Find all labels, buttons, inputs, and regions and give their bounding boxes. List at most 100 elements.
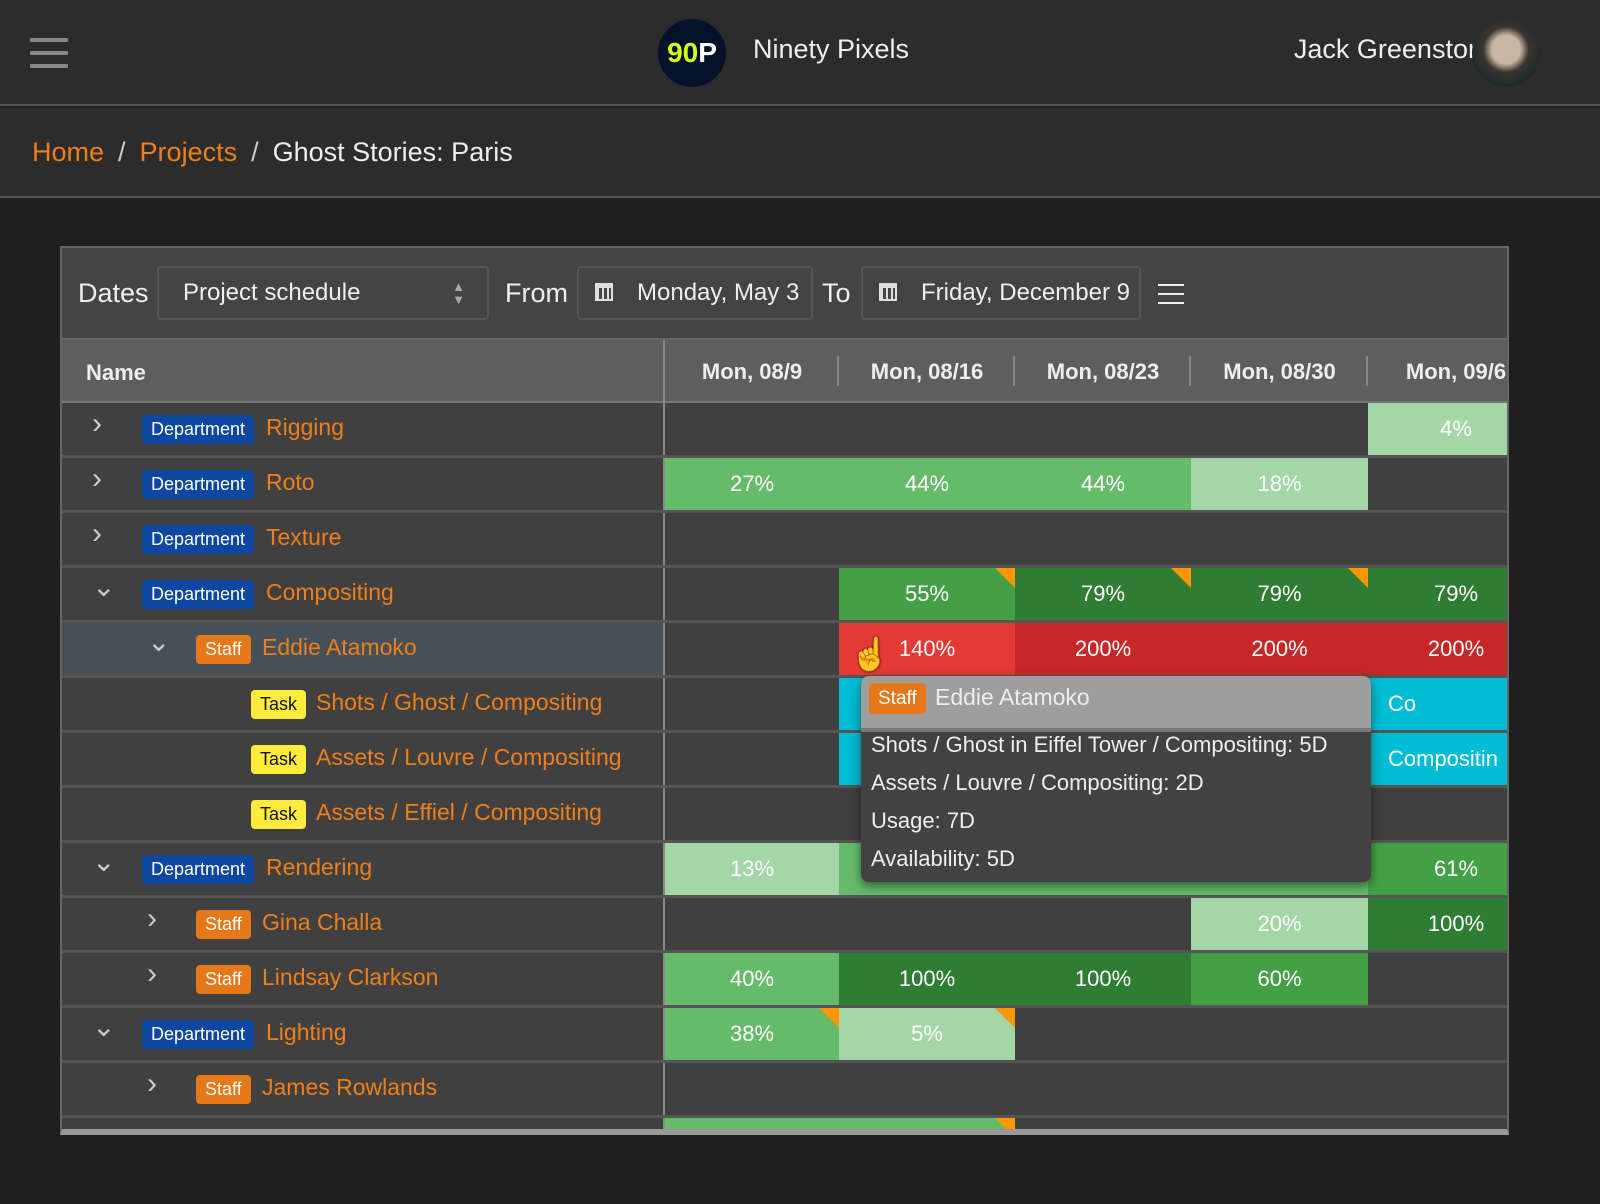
date-column-header[interactable]: Mon, 08/30 [1191,340,1368,403]
chevron-right-icon[interactable]: › [92,407,102,441]
task-badge: Task [251,800,307,829]
chevron-right-icon[interactable]: › [147,902,157,936]
usage-value: 38% [729,1021,775,1046]
usage-cell[interactable]: 18% [1191,458,1368,510]
staff-badge: Staff [869,683,926,714]
row-name-link[interactable]: Assets / Effiel / Compositing [316,799,602,826]
overbooked-flag-icon [995,1118,1015,1129]
usage-cell[interactable]: 27% [665,458,839,510]
hand-cursor-icon: ☝ [850,636,890,672]
tooltip-line: Shots / Ghost in Eiffel Tower / Composit… [871,732,1328,757]
breadcrumb-home[interactable]: Home [32,137,104,167]
date-column-header[interactable]: Mon, 09/6 [1368,340,1507,403]
table-row[interactable]: › Department Rigging 4% [62,403,1507,458]
usage-cell[interactable]: 79% [1191,568,1368,620]
usage-cell[interactable]: 200% [1368,623,1507,675]
brand-logo[interactable]: 90P [658,19,726,87]
chevron-down-icon[interactable]: ⌄ [92,570,115,603]
from-date-field[interactable]: Monday, May 3 [577,266,813,320]
chevron-down-icon[interactable]: ⌄ [92,1010,115,1043]
usage-cell[interactable]: 38% [665,1008,839,1060]
usage-cell[interactable]: 79% [1368,568,1507,620]
table-row[interactable]: › Department Texture [62,513,1507,568]
dates-select[interactable]: Project schedule ▲ ▼ [157,266,489,320]
staff-badge: Staff [196,1075,251,1104]
chevron-right-icon[interactable]: › [147,957,157,991]
row-name-link[interactable]: Texture [266,524,341,551]
usage-cell[interactable]: 100% [839,953,1015,1005]
table-row[interactable]: › Staff Lindsay Clarkson 40% 100% 100% 60% [62,953,1507,1008]
table-row[interactable]: › Department Roto 27% 44% 44% 18% [62,458,1507,513]
row-name-link[interactable]: Assets / Louvre / Compositing [316,744,622,771]
usage-cell[interactable]: 40% [665,953,839,1005]
row-name-link[interactable]: Roto [266,469,315,496]
usage-cell[interactable] [665,1118,1015,1129]
table-row[interactable]: ⌄ Department Compositing 55% 79% 79% 79% [62,568,1507,623]
usage-cell[interactable]: 200% [1015,623,1191,675]
table-row[interactable]: › Staff [62,1118,1507,1129]
usage-value: 100% [1427,911,1485,936]
usage-cell[interactable]: 100% [1015,953,1191,1005]
row-name-link[interactable]: Lighting [266,1019,347,1046]
usage-cell[interactable]: 13% [665,843,839,895]
usage-cell[interactable]: 61% [1368,843,1507,895]
name-cell: › Department Roto [62,458,665,510]
usage-cell[interactable]: 55% [839,568,1015,620]
row-name-link[interactable]: Shots / Ghost / Compositing [316,689,602,716]
chevron-right-icon[interactable]: › [147,1067,157,1101]
tooltip-line: Usage: 7D [871,808,975,833]
name-cell: ⌄ Department Rendering [62,843,665,895]
usage-cell[interactable]: 5% [839,1008,1015,1060]
usage-cell[interactable]: 79% [1015,568,1191,620]
to-date-value: Friday, December 9 [921,279,1130,306]
usage-cell[interactable]: 60% [1191,953,1368,1005]
top-bar: 90P Ninety Pixels Jack Greenstone [0,0,1600,106]
row-name-link[interactable]: Rigging [266,414,344,441]
date-column-header[interactable]: Mon, 08/23 [1015,340,1191,403]
row-name-link[interactable]: James Rowlands [262,1074,437,1101]
row-name-link[interactable]: Compositing [266,579,394,606]
hamburger-menu-icon[interactable] [30,38,68,77]
row-name-link[interactable]: Eddie Atamoko [262,634,417,661]
breadcrumb-separator: / [251,137,259,167]
overbooked-flag-icon [995,568,1015,588]
avatar[interactable] [1472,19,1540,87]
date-column-header[interactable]: Mon, 08/9 [665,340,839,403]
usage-cell[interactable]: 20% [1191,898,1368,950]
usage-cell[interactable]: 44% [839,458,1015,510]
table-row[interactable]: ⌄ Department Lighting 38% 5% [62,1008,1507,1063]
name-cell: › Staff James Rowlands [62,1063,665,1115]
table-row[interactable]: ⌄ Staff Eddie Atamoko 140% 200% 200% 200% [62,623,1507,678]
dates-label: Dates [78,278,149,308]
chevron-down-icon[interactable]: ⌄ [147,625,170,658]
name-cell: Task Assets / Louvre / Compositing [62,733,665,785]
tooltip-line: Availability: 5D [871,846,1015,871]
options-menu-icon[interactable] [1158,284,1184,304]
breadcrumb-current: Ghost Stories: Paris [272,137,513,167]
chevron-right-icon[interactable]: › [92,462,102,496]
row-name-link[interactable]: Rendering [266,854,372,881]
user-name[interactable]: Jack Greenstone [1294,34,1498,65]
table-row[interactable]: › Staff James Rowlands [62,1063,1507,1118]
staff-badge: Staff [196,965,251,994]
breadcrumb-projects[interactable]: Projects [140,137,238,167]
row-name-link[interactable]: Lindsay Clarkson [262,964,438,991]
schedule-toolbar: Dates Project schedule ▲ ▼ From Monday, M… [62,248,1507,340]
usage-cell[interactable]: 4% [1368,403,1507,455]
chevron-down-icon[interactable]: ⌄ [92,845,115,878]
grid-header: Name Mon, 08/9 Mon, 08/16 Mon, 08/23 Mon, 0… [62,340,1507,403]
chevron-right-icon[interactable]: › [92,517,102,551]
to-date-field[interactable]: Friday, December 9 [861,266,1141,320]
row-name-link[interactable]: Gina Challa [262,909,382,936]
from-date-value: Monday, May 3 [637,279,800,306]
table-row[interactable]: › Staff Gina Challa 20% 100% [62,898,1507,953]
usage-cell[interactable]: 100% [1368,898,1507,950]
usage-value: 40% [729,966,775,991]
name-column-header[interactable]: Name [86,360,146,386]
breadcrumb: Home / Projects / Ghost Stories: Paris [0,108,1600,198]
name-cell: › Staff Gina Challa [62,898,665,950]
usage-cell[interactable]: 44% [1015,458,1191,510]
usage-cell[interactable]: 200% [1191,623,1368,675]
date-column-header[interactable]: Mon, 08/16 [839,340,1015,403]
chevron-right-icon[interactable]: › [147,1122,157,1129]
